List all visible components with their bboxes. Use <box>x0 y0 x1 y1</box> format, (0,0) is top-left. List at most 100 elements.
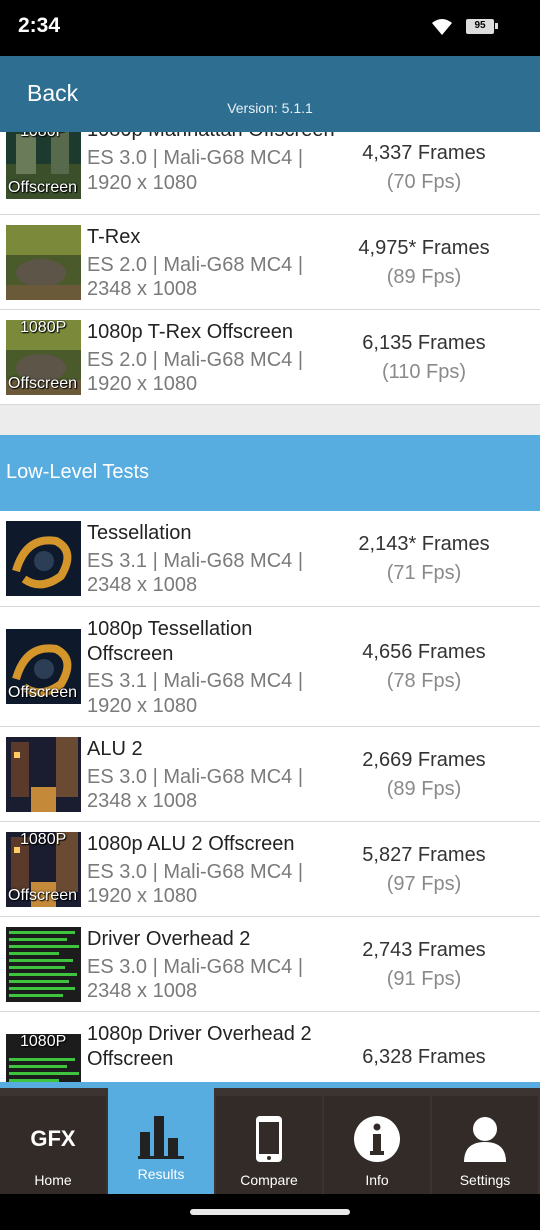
offscreen-tag: Offscreen <box>8 887 78 904</box>
test-api: ES 3.1 | Mali-G68 MC4 | <box>87 550 304 572</box>
user-icon <box>464 1117 506 1162</box>
test-title-line2: Offscreen <box>87 643 174 665</box>
tab-label: Results <box>137 1166 185 1182</box>
test-frames: 6,135 Frames <box>362 332 486 354</box>
test-api: ES 2.0 | Mali-G68 MC4 | <box>87 254 304 276</box>
offscreen-tag: Offscreen <box>8 179 78 196</box>
test-row-trex[interactable]: T-Rex ES 2.0 | Mali-G68 MC4 | 2348 x 100… <box>0 215 540 310</box>
test-frames: 4,337 Frames <box>362 142 486 164</box>
resolution-tag: 1080P <box>20 1034 67 1050</box>
tab-home[interactable]: GFX Home <box>0 1096 106 1200</box>
test-score: 5,827 Frames (97 Fps) <box>334 841 514 899</box>
status-time: 2:34 <box>18 14 61 37</box>
resolution-tag: 1080P <box>20 832 67 848</box>
test-title: 1080p ALU 2 Offscreen <box>87 833 295 855</box>
test-score: 2,743 Frames (91 Fps) <box>334 936 514 994</box>
test-api: ES 3.0 | Mali-G68 MC4 | <box>87 766 304 788</box>
test-row-alu2-offscreen[interactable]: 1080P Offscreen 1080p ALU 2 Offscreen ES… <box>0 822 540 917</box>
test-score: 4,337 Frames (70 Fps) <box>334 139 514 197</box>
test-frames: 4,975* Frames <box>358 237 490 259</box>
test-fps: (97 Fps) <box>386 873 462 895</box>
bottom-tab-bar: GFX Home Results Compare Info Settings <box>0 1082 540 1200</box>
test-thumbnail: 1080P Offscreen <box>6 832 81 907</box>
test-thumbnail: Offscreen <box>6 629 81 704</box>
tab-settings[interactable]: Settings <box>432 1096 538 1200</box>
wifi-icon <box>432 19 452 35</box>
test-resolution: 1920 x 1080 <box>87 885 198 907</box>
test-thumbnail <box>6 521 81 596</box>
info-icon <box>354 1116 400 1162</box>
test-score: 4,656 Frames (78 Fps) <box>334 638 514 696</box>
test-thumbnail: 1080P Offscreen <box>6 132 81 199</box>
test-thumbnail: 1080P Offscreen <box>6 320 81 395</box>
test-resolution: 2348 x 1008 <box>87 574 198 596</box>
resolution-tag: 1080P <box>20 132 66 141</box>
test-api: ES 3.0 | Mali-G68 MC4 | <box>87 147 304 169</box>
offscreen-tag: Offscreen <box>8 684 78 701</box>
test-frames: 2,669 Frames <box>362 749 486 771</box>
test-thumbnail <box>6 225 81 300</box>
tab-info[interactable]: Info <box>324 1096 430 1200</box>
section-title: Low-Level Tests <box>6 461 150 483</box>
test-title: 1080p Manhattan Offscreen <box>87 132 335 143</box>
app-header: Back Version: 5.1.1 <box>0 56 540 132</box>
section-header-low-level: Low-Level Tests <box>0 435 540 511</box>
test-frames: 2,743 Frames <box>362 939 486 961</box>
test-score: 6,135 Frames (110 Fps) <box>334 329 514 387</box>
section-gap <box>0 405 540 435</box>
test-score: 4,975* Frames (89 Fps) <box>334 234 514 292</box>
results-list[interactable]: 1080P Offscreen 1080p Manhattan Offscree… <box>0 132 540 1082</box>
test-row-tessellation[interactable]: Tessellation ES 3.1 | Mali-G68 MC4 | 234… <box>0 511 540 607</box>
test-resolution: 1920 x 1080 <box>87 172 198 194</box>
test-title: ALU 2 <box>87 738 143 760</box>
tab-label: Info <box>365 1172 389 1188</box>
tab-label: Settings <box>459 1172 511 1188</box>
tab-label: Compare <box>240 1172 298 1188</box>
test-frames: 5,827 Frames <box>362 844 486 866</box>
test-api: ES 3.0 | Mali-G68 MC4 | <box>87 861 304 883</box>
test-row-driver-overhead2-offscreen[interactable]: 1080P 1080p Driver Overhead 2 Offscreen … <box>0 1012 540 1082</box>
test-title: 1080p Driver Overhead 2 <box>87 1023 312 1045</box>
test-score: 2,143* Frames (71 Fps) <box>334 530 514 588</box>
test-title: Driver Overhead 2 <box>87 928 251 950</box>
gfx-logo-icon: GFX <box>30 1126 76 1151</box>
test-fps: (78 Fps) <box>386 670 462 692</box>
tab-results[interactable]: Results <box>108 1088 214 1194</box>
test-fps: (71 Fps) <box>386 562 462 584</box>
test-score: 2,669 Frames (89 Fps) <box>334 746 514 804</box>
test-fps: (70 Fps) <box>386 171 462 193</box>
test-fps: (89 Fps) <box>386 778 462 800</box>
test-resolution: 2348 x 1008 <box>87 278 198 300</box>
test-resolution: 2348 x 1008 <box>87 980 198 1002</box>
version-label: Version: 5.1.1 <box>227 100 313 116</box>
test-frames: 6,328 Frames <box>362 1046 486 1068</box>
test-fps: (91 Fps) <box>386 968 462 990</box>
test-title: 1080p T-Rex Offscreen <box>87 321 294 343</box>
test-thumbnail <box>6 927 81 1002</box>
battery-icon: 95 <box>466 19 498 34</box>
phone-icon <box>256 1116 282 1162</box>
test-row-tessellation-offscreen[interactable]: Offscreen 1080p Tessellation Offscreen E… <box>0 607 540 727</box>
test-thumbnail: 1080P <box>6 1034 81 1082</box>
test-title-line2: Offscreen <box>87 1048 174 1070</box>
test-score: 6,328 Frames <box>334 1043 514 1072</box>
test-title: 1080p Tessellation <box>87 618 253 640</box>
test-row-driver-overhead2[interactable]: Driver Overhead 2 ES 3.0 | Mali-G68 MC4 … <box>0 917 540 1012</box>
test-row-trex-offscreen[interactable]: 1080P Offscreen 1080p T-Rex Offscreen ES… <box>0 310 540 405</box>
test-resolution: 1920 x 1080 <box>87 373 198 395</box>
test-resolution: 1920 x 1080 <box>87 695 198 717</box>
resolution-tag: 1080P <box>20 320 67 336</box>
system-nav-bar <box>0 1194 540 1230</box>
tab-compare[interactable]: Compare <box>216 1096 322 1200</box>
test-thumbnail <box>6 737 81 812</box>
test-resolution: 2348 x 1008 <box>87 790 198 812</box>
test-row-alu2[interactable]: ALU 2 ES 3.0 | Mali-G68 MC4 | 2348 x 100… <box>0 727 540 822</box>
bar-chart-icon <box>138 1116 184 1159</box>
test-title: Tessellation <box>87 522 192 544</box>
test-frames: 2,143* Frames <box>358 533 490 555</box>
home-gesture-handle[interactable] <box>190 1209 350 1215</box>
test-row-manhattan-offscreen[interactable]: 1080P Offscreen 1080p Manhattan Offscree… <box>0 132 540 215</box>
test-fps: (110 Fps) <box>381 361 467 383</box>
battery-level: 95 <box>474 20 486 31</box>
test-api: ES 3.1 | Mali-G68 MC4 | <box>87 670 304 692</box>
